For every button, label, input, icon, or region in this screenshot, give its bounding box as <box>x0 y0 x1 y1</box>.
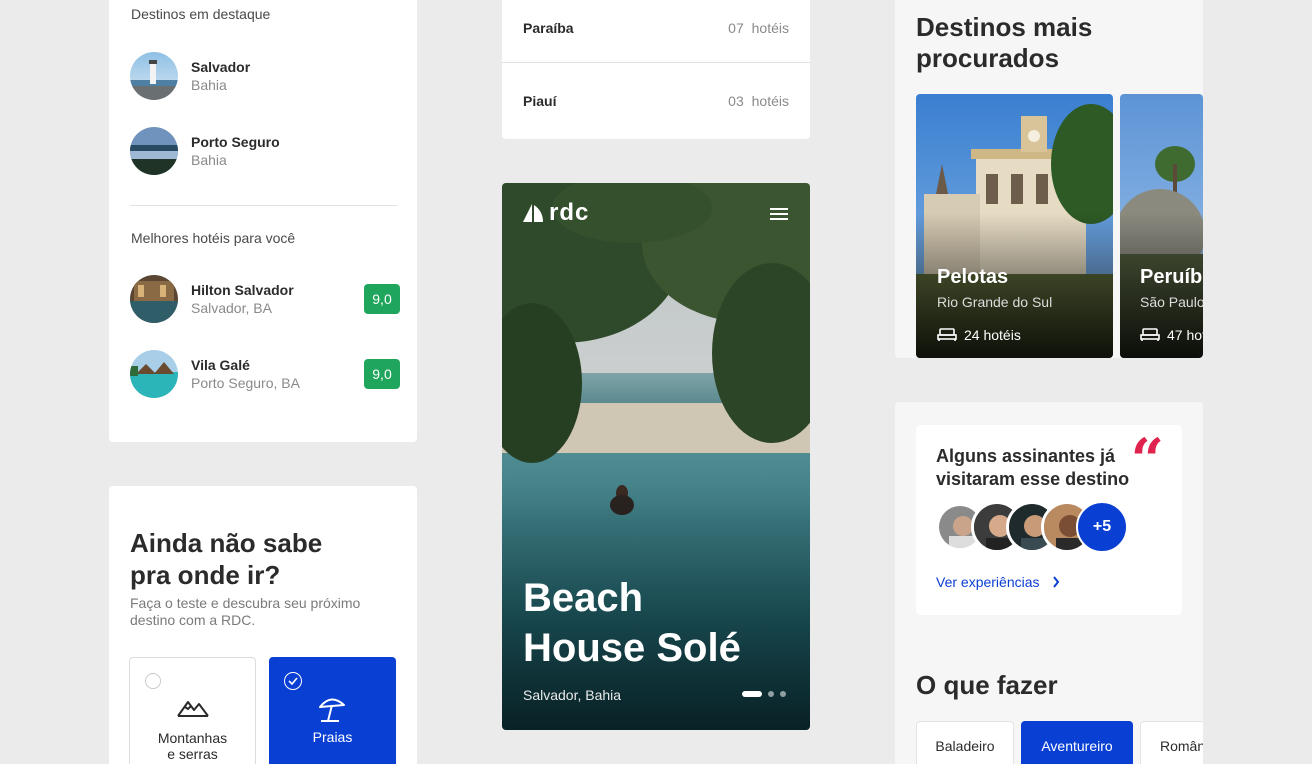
hotel-score-badge: 9,0 <box>364 284 400 314</box>
quiz-title-line2: pra onde ir? <box>130 560 281 590</box>
vila-gale-photo <box>130 350 178 398</box>
state-item-paraiba[interactable]: Paraíba 07 hotéis <box>502 0 810 60</box>
hotel-location: Salvador, BA <box>191 300 272 316</box>
destination-state: São Paulo <box>1140 294 1203 310</box>
destination-card-peruibe[interactable]: Peruíbe São Paulo 47 hotéis <box>1120 94 1203 358</box>
pelotas-photo <box>916 94 1113 358</box>
destination-region: Bahia <box>191 77 227 93</box>
option-label: Praias <box>312 729 353 745</box>
social-card: Alguns assinantes já visitaram esse dest… <box>895 402 1203 764</box>
state-name: Piauí <box>523 93 557 109</box>
subscribers-title: Alguns assinantes já visitaram esse dest… <box>936 446 1130 489</box>
what-to-do-title: O que fazer <box>916 670 1058 700</box>
activity-chip-romantico[interactable]: Romântico <box>1140 721 1203 764</box>
bed-icon <box>1140 328 1160 341</box>
featured-card: Destinos em destaque Salvador Bahia Port… <box>109 0 417 442</box>
check-circle-icon[interactable] <box>284 672 302 690</box>
state-hotel-count: 07 hotéis <box>728 20 789 36</box>
destination-card-pelotas[interactable]: Pelotas Rio Grande do Sul 24 hotéis <box>916 94 1113 358</box>
quiz-title-line1: Ainda não sabe <box>130 528 323 558</box>
hotel-name: Vila Galé <box>191 357 250 373</box>
destination-state: Rio Grande do Sul <box>937 294 1053 310</box>
carousel-dot[interactable] <box>780 691 786 697</box>
quiz-title: Ainda não sabe pra onde ir? <box>130 527 390 591</box>
destination-city: Peruíbe <box>1140 266 1203 288</box>
carousel-dot[interactable] <box>768 691 774 697</box>
destination-city: Pelotas <box>937 266 1009 288</box>
destination-name: Salvador <box>191 59 251 75</box>
hotel-name: Hilton Salvador <box>191 282 294 298</box>
quote-icon: “ <box>1130 426 1164 494</box>
hilton-salvador-photo <box>130 275 178 323</box>
destination-region: Bahia <box>191 152 227 168</box>
carousel-dot-active[interactable] <box>742 691 762 697</box>
states-list-card: Paraíba 07 hotéis Piauí 03 hotéis <box>502 0 810 139</box>
popular-destinations-card: Destinos mais procurados Pelotas Rio Gra… <box>895 0 1203 358</box>
beach-umbrella-icon <box>317 695 347 728</box>
porto-seguro-photo <box>130 127 178 175</box>
rdc-logo-mark-icon <box>523 204 543 222</box>
hotel-item-vila-gale[interactable]: Vila Galé Porto Seguro, BA 9,0 <box>130 350 400 398</box>
see-experiences-link[interactable]: Ver experiências <box>936 574 1060 590</box>
state-hotel-count: 03 hotéis <box>728 93 789 109</box>
destination-name: Porto Seguro <box>191 134 280 150</box>
featured-destinations-label: Destinos em destaque <box>131 6 271 22</box>
divider <box>130 205 397 206</box>
quiz-card: Ainda não sabe pra onde ir? Faça o teste… <box>109 486 417 764</box>
hotel-location: Porto Seguro, BA <box>191 375 300 391</box>
bed-icon <box>937 328 957 341</box>
option-mountains[interactable]: Montanhas e serras <box>129 657 256 764</box>
activity-chip-baladeiro[interactable]: Baladeiro <box>916 721 1014 764</box>
destination-hotel-count: 24 hotéis <box>937 327 1021 343</box>
subscribers-testimonial: Alguns assinantes já visitaram esse dest… <box>916 425 1182 615</box>
option-radio-unchecked[interactable] <box>145 673 161 689</box>
destination-item-salvador[interactable]: Salvador Bahia <box>130 52 400 100</box>
state-name: Paraíba <box>523 20 574 36</box>
destination-hotel-count: 47 hotéis <box>1140 327 1203 343</box>
hero-mobile-card[interactable]: rdc Beach House Solé Salvador, Bahia <box>502 183 810 730</box>
quiz-description: Faça o teste e descubra seu próximo dest… <box>130 595 361 628</box>
rdc-logo-text: rdc <box>549 199 590 226</box>
mountains-icon <box>176 698 210 723</box>
carousel-dots[interactable] <box>742 691 786 697</box>
activity-chip-aventureiro[interactable]: Aventureiro <box>1021 721 1133 764</box>
best-hotels-label: Melhores hotéis para você <box>131 230 296 246</box>
destination-item-porto-seguro[interactable]: Porto Seguro Bahia <box>130 127 400 175</box>
peruibe-photo <box>1120 94 1203 358</box>
state-item-piaui[interactable]: Piauí 03 hotéis <box>502 69 810 133</box>
hotel-score-badge: 9,0 <box>364 359 400 389</box>
more-subscribers-badge[interactable]: +5 <box>1076 501 1128 553</box>
option-beaches[interactable]: Praias <box>269 657 396 764</box>
menu-hamburger-icon[interactable] <box>770 207 788 226</box>
hero-location: Salvador, Bahia <box>523 687 622 703</box>
hotel-item-hilton-salvador[interactable]: Hilton Salvador Salvador, BA 9,0 <box>130 275 400 323</box>
hero-title: Beach House Solé <box>523 576 741 670</box>
option-label: Montanhas e serras <box>157 730 228 762</box>
popular-title: Destinos mais procurados <box>916 12 1093 73</box>
chevron-right-icon <box>1052 576 1059 588</box>
subscriber-avatars[interactable]: +5 <box>936 501 1156 553</box>
salvador-photo <box>130 52 178 100</box>
rdc-logo[interactable]: rdc <box>522 199 590 226</box>
divider <box>502 62 810 63</box>
